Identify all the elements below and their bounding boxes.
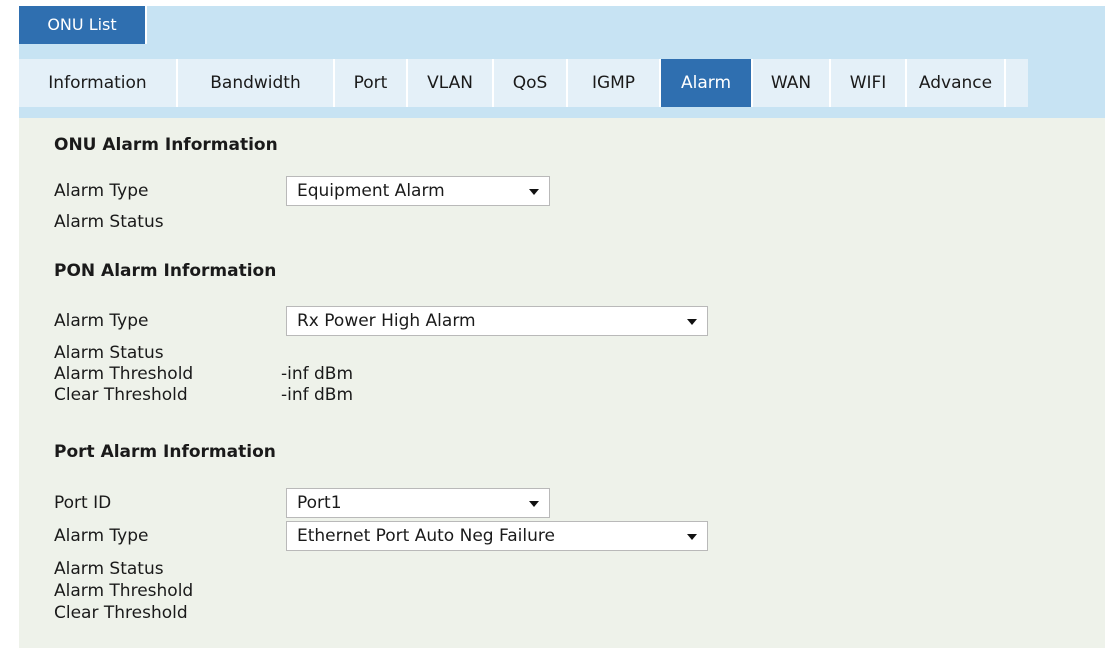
chevron-down-icon: [529, 189, 539, 195]
pon-alarm-status-label: Alarm Status: [54, 343, 164, 363]
chevron-down-icon: [687, 534, 697, 540]
tab-information[interactable]: Information: [19, 59, 178, 107]
port-clear-threshold-label: Clear Threshold: [54, 603, 188, 623]
onu-alarm-type-select[interactable]: Equipment Alarm: [286, 176, 550, 206]
tab-wifi[interactable]: WIFI: [831, 59, 907, 107]
pon-clear-threshold-value: -inf dBm: [281, 385, 354, 405]
onu-alarm-type-label: Alarm Type: [54, 181, 149, 201]
onu-alarm-status-label: Alarm Status: [54, 212, 164, 232]
onu-alarm-type-value: Equipment Alarm: [297, 181, 445, 201]
tab-qos[interactable]: QoS: [494, 59, 568, 107]
port-alarm-title: Port Alarm Information: [54, 442, 276, 462]
tab-advance[interactable]: Advance: [907, 59, 1006, 107]
port-id-label: Port ID: [54, 493, 112, 513]
port-alarm-status-label: Alarm Status: [54, 559, 164, 579]
pon-alarm-title: PON Alarm Information: [54, 261, 277, 281]
tab-bar-filler: [1006, 59, 1028, 107]
tab-vlan[interactable]: VLAN: [408, 59, 494, 107]
pon-alarm-type-select[interactable]: Rx Power High Alarm: [286, 306, 708, 336]
tab-bandwidth[interactable]: Bandwidth: [178, 59, 335, 107]
pon-alarm-type-label: Alarm Type: [54, 311, 149, 331]
onu-alarm-panel: ONU List Information Bandwidth Port VLAN…: [19, 6, 1105, 648]
port-id-value: Port1: [297, 493, 342, 513]
tab-wan[interactable]: WAN: [753, 59, 831, 107]
port-alarm-type-value: Ethernet Port Auto Neg Failure: [297, 526, 555, 546]
pon-clear-threshold-label: Clear Threshold: [54, 385, 188, 405]
chevron-down-icon: [687, 319, 697, 325]
tab-port[interactable]: Port: [335, 59, 408, 107]
pon-alarm-threshold-value: -inf dBm: [281, 364, 354, 384]
tab-bar: Information Bandwidth Port VLAN QoS IGMP…: [19, 59, 1028, 107]
port-alarm-threshold-label: Alarm Threshold: [54, 581, 194, 601]
tab-alarm[interactable]: Alarm: [661, 59, 753, 107]
pon-alarm-type-value: Rx Power High Alarm: [297, 311, 476, 331]
pon-alarm-threshold-label: Alarm Threshold: [54, 364, 194, 384]
port-alarm-type-select[interactable]: Ethernet Port Auto Neg Failure: [286, 521, 708, 551]
port-id-select[interactable]: Port1: [286, 488, 550, 518]
onu-alarm-title: ONU Alarm Information: [54, 135, 278, 155]
port-alarm-type-label: Alarm Type: [54, 526, 149, 546]
chevron-down-icon: [529, 501, 539, 507]
onu-list-tab[interactable]: ONU List: [19, 6, 147, 44]
tab-igmp[interactable]: IGMP: [568, 59, 661, 107]
header-bar: ONU List Information Bandwidth Port VLAN…: [19, 6, 1105, 118]
